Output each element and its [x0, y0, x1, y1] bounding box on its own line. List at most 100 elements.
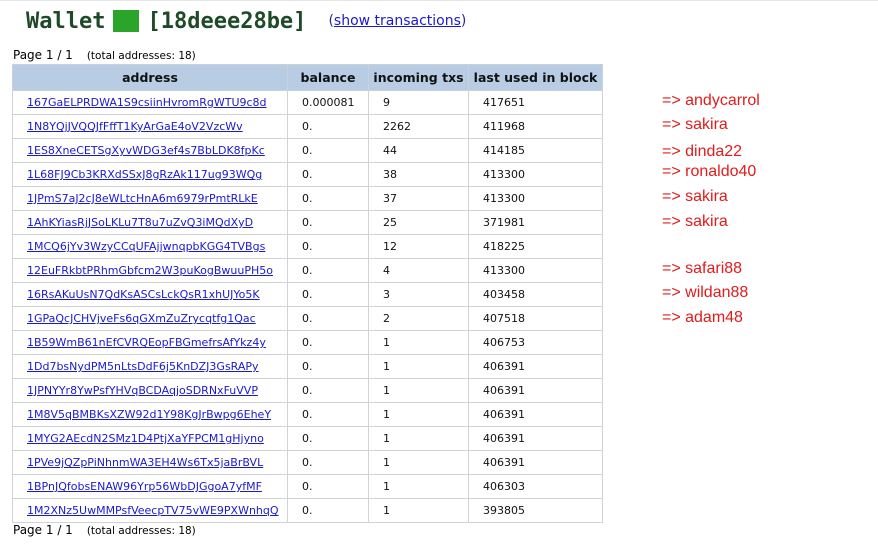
handwritten-annotation: => ronaldo40: [662, 163, 757, 180]
table-header-row: address balance incoming txs last used i…: [12, 64, 603, 91]
table-row: 1MYG2AEcdN2SMz1D4PtjXaYFPCM1gHjyno 0. 1 406…: [12, 426, 603, 451]
balance-cell: 0.: [287, 450, 369, 475]
handwritten-annotation: => wildan88: [662, 284, 749, 301]
address-cell: 1JPNYYr8YwPsfYHVqBCDAqjoSDRNxFuVVP: [12, 378, 288, 403]
address-cell: 1M2XNz5UwMMPsfVeecpTV75vWE9PXWnhqQ: [12, 498, 288, 523]
last-used-block-cell: 406391: [468, 426, 603, 451]
address-link[interactable]: 1L68FJ9Cb3KRXdSSxJ8gRzAk117ug93WQg: [27, 168, 262, 181]
handwritten-annotation: => sakira: [662, 213, 728, 230]
balance-cell: 0.: [287, 258, 369, 283]
table-row: 1ES8XneCETSgXyvWDG3ef4s7BbLDK8fpKc 0. 44 41…: [12, 138, 603, 163]
table-row: 1GPaQcJCHVjveFs6qGXmZuZrycqtfg1Qac 0. 2 407…: [12, 306, 603, 331]
address-link[interactable]: 1ES8XneCETSgXyvWDG3ef4s7BbLDK8fpKc: [27, 144, 265, 157]
table-row: 1M8V5qBMBKsXZW92d1Y98KgJrBwpg6EheY 0. 1 406…: [12, 402, 603, 427]
last-used-block-cell: 414185: [468, 138, 603, 163]
table-row: 1M2XNz5UwMMPsfVeecpTV75vWE9PXWnhqQ 0. 1 393…: [12, 498, 603, 523]
last-used-block-cell: 417651: [468, 90, 603, 115]
last-used-block-cell: 403458: [468, 282, 603, 307]
address-cell: 1MYG2AEcdN2SMz1D4PtjXaYFPCM1gHjyno: [12, 426, 288, 451]
address-cell: 12EuFRkbtPRhmGbfcm2W3puKogBwuuPH5o: [12, 258, 288, 283]
address-link[interactable]: 1B59WmB61nEfCVRQEopFBGmefrsAfYkz4y: [27, 336, 266, 349]
table-row: 1JPNYYr8YwPsfYHVqBCDAqjoSDRNxFuVVP 0. 1 406…: [12, 378, 603, 403]
handwritten-annotation: => sakira: [662, 116, 728, 133]
total-addresses: (total addresses: 18): [86, 525, 196, 537]
address-cell: 16RsAKuUsN7QdKsASCsLckQsR1xhUJYo5K: [12, 282, 288, 307]
last-used-block-cell: 371981: [468, 210, 603, 235]
last-used-block-cell: 406753: [468, 330, 603, 355]
show-transactions-wrapper: (show transactions): [328, 13, 466, 29]
address-link[interactable]: 167GaELPRDWA1S9csiinHvromRgWTU9c8d: [27, 96, 267, 109]
address-cell: 167GaELPRDWA1S9csiinHvromRgWTU9c8d: [12, 90, 288, 115]
address-link[interactable]: 1AhKYiasRjJSoLKLu7T8u7uZvQ3iMQdXyD: [27, 216, 253, 229]
incoming-txs-cell: 3: [368, 282, 469, 307]
page-title: Wallet: [26, 8, 106, 34]
balance-cell: 0.000081: [287, 90, 369, 115]
column-header-address: address: [12, 64, 288, 91]
incoming-txs-cell: 25: [368, 210, 469, 235]
column-header-incoming-txs: incoming txs: [368, 64, 469, 91]
address-link[interactable]: 1M2XNz5UwMMPsfVeecpTV75vWE9PXWnhqQ: [27, 504, 279, 517]
address-link[interactable]: 1MYG2AEcdN2SMz1D4PtjXaYFPCM1gHjyno: [27, 432, 264, 445]
last-used-block-cell: 413300: [468, 162, 603, 187]
address-link[interactable]: 16RsAKuUsN7QdKsASCsLckQsR1xhUJYo5K: [27, 288, 260, 301]
balance-cell: 0.: [287, 234, 369, 259]
balance-cell: 0.: [287, 498, 369, 523]
handwritten-annotation: => andycarrol: [662, 92, 760, 109]
address-cell: 1L68FJ9Cb3KRXdSSxJ8gRzAk117ug93WQg: [12, 162, 288, 187]
address-link[interactable]: 1PVe9jQZpPiNhnmWA3EH4Ws6Tx5jaBrBVL: [27, 456, 263, 469]
balance-cell: 0.: [287, 282, 369, 307]
address-link[interactable]: 1BPnJQfobsENAW96Yrp56WbDJGgoA7yfMF: [27, 480, 262, 493]
last-used-block-cell: 413300: [468, 186, 603, 211]
address-link[interactable]: 1N8YQjJVQQJfFffT1KyArGaE4oV2VzcWv: [27, 120, 243, 133]
incoming-txs-cell: 12: [368, 234, 469, 259]
last-used-block-cell: 407518: [468, 306, 603, 331]
address-cell: 1ES8XneCETSgXyvWDG3ef4s7BbLDK8fpKc: [12, 138, 288, 163]
incoming-txs-cell: 2262: [368, 114, 469, 139]
total-addresses: (total addresses: 18): [86, 50, 196, 62]
show-transactions-link[interactable]: show transactions: [334, 13, 461, 29]
last-used-block-cell: 418225: [468, 234, 603, 259]
table-row: 167GaELPRDWA1S9csiinHvromRgWTU9c8d 0.0000…: [12, 90, 603, 115]
incoming-txs-cell: 44: [368, 138, 469, 163]
table-row: 1N8YQjJVQQJfFffT1KyArGaE4oV2VzcWv 0. 2262 4…: [12, 114, 603, 139]
address-cell: 1JPmS7aJ2cJ8eWLtcHnA6m6979rPmtRLkE: [12, 186, 288, 211]
incoming-txs-cell: 1: [368, 498, 469, 523]
address-cell: 1MCQ6jYv3WzyCCqUFAjjwnqpbKGG4TVBgs: [12, 234, 288, 259]
address-cell: 1PVe9jQZpPiNhnmWA3EH4Ws6Tx5jaBrBVL: [12, 450, 288, 475]
table-row: 1BPnJQfobsENAW96Yrp56WbDJGgoA7yfMF 0. 1 406…: [12, 474, 603, 499]
top-divider: [0, 0, 878, 1]
table-row: 12EuFRkbtPRhmGbfcm2W3puKogBwuuPH5o 0. 4 413…: [12, 258, 603, 283]
table-row: 1JPmS7aJ2cJ8eWLtcHnA6m6979rPmtRLkE 0. 37 41…: [12, 186, 603, 211]
balance-cell: 0.: [287, 162, 369, 187]
last-used-block-cell: 406391: [468, 378, 603, 403]
address-link[interactable]: 1GPaQcJCHVjveFs6qGXmZuZrycqtfg1Qac: [27, 312, 256, 325]
address-link[interactable]: 1M8V5qBMBKsXZW92d1Y98KgJrBwpg6EheY: [27, 408, 271, 421]
balance-cell: 0.: [287, 402, 369, 427]
table-row: 16RsAKuUsN7QdKsASCsLckQsR1xhUJYo5K 0. 3 403…: [12, 282, 603, 307]
handwritten-annotation: => sakira: [662, 188, 728, 205]
last-used-block-cell: 406391: [468, 402, 603, 427]
table-row: 1MCQ6jYv3WzyCCqUFAjjwnqpbKGG4TVBgs 0. 12 41…: [12, 234, 603, 259]
last-used-block-cell: 393805: [468, 498, 603, 523]
incoming-txs-cell: 1: [368, 330, 469, 355]
last-used-block-cell: 413300: [468, 258, 603, 283]
address-cell: 1BPnJQfobsENAW96Yrp56WbDJGgoA7yfMF: [12, 474, 288, 499]
address-table: address balance incoming txs last used i…: [12, 64, 603, 523]
incoming-txs-cell: 37: [368, 186, 469, 211]
balance-cell: 0.: [287, 114, 369, 139]
incoming-txs-cell: 1: [368, 378, 469, 403]
incoming-txs-cell: 1: [368, 426, 469, 451]
address-link[interactable]: 1MCQ6jYv3WzyCCqUFAjjwnqpbKGG4TVBgs: [27, 240, 265, 253]
balance-cell: 0.: [287, 474, 369, 499]
handwritten-annotation: => dinda22: [662, 143, 743, 160]
incoming-txs-cell: 2: [368, 306, 469, 331]
address-link[interactable]: 12EuFRkbtPRhmGbfcm2W3puKogBwuuPH5o: [27, 264, 273, 277]
handwritten-annotation: => adam48: [662, 309, 743, 326]
address-link[interactable]: 1JPmS7aJ2cJ8eWLtcHnA6m6979rPmtRLkE: [27, 192, 258, 205]
incoming-txs-cell: 4: [368, 258, 469, 283]
incoming-txs-cell: 1: [368, 450, 469, 475]
last-used-block-cell: 406303: [468, 474, 603, 499]
address-link[interactable]: 1Dd7bsNydPM5nLtsDdF6j5KnDZJ3GsRAPy: [27, 360, 259, 373]
address-link[interactable]: 1JPNYYr8YwPsfYHVqBCDAqjoSDRNxFuVVP: [27, 384, 258, 397]
pager-top: Page 1 / 1 (total addresses: 18): [13, 48, 196, 62]
